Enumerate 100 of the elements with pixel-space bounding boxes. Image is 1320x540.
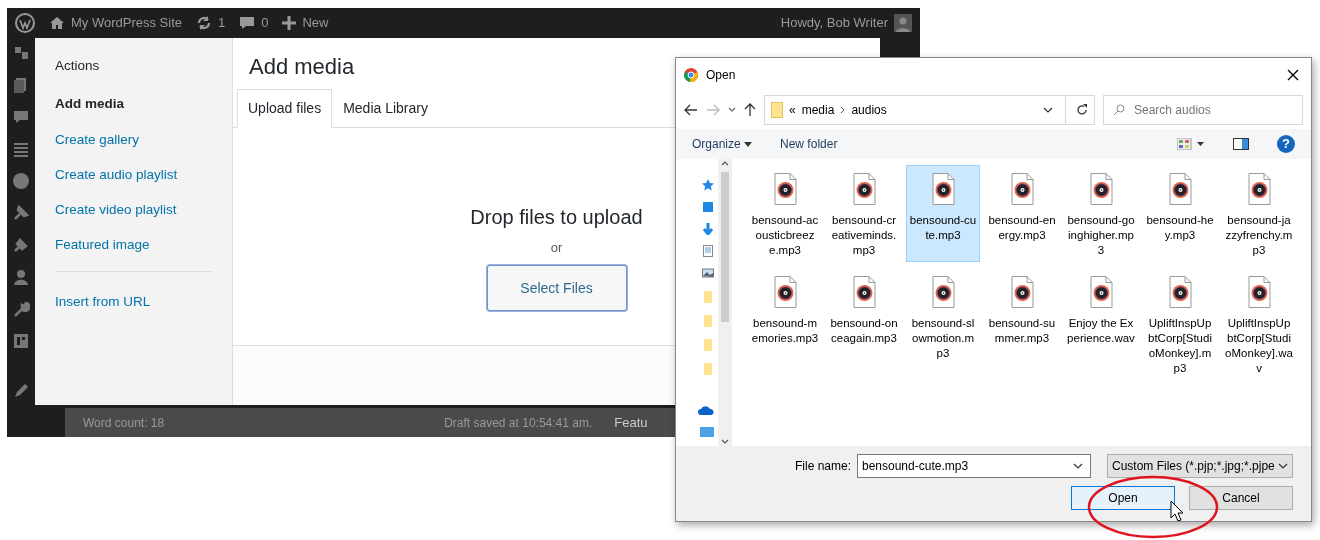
scroll-down-icon[interactable] — [721, 439, 729, 444]
file-item[interactable]: bensound-goinghigher.mp3 — [1064, 165, 1138, 262]
browser-logo-icon — [684, 67, 698, 82]
preview-pane-icon[interactable] — [1233, 138, 1249, 150]
pencil-icon[interactable] — [12, 382, 30, 400]
cancel-button[interactable]: Cancel — [1189, 486, 1293, 510]
modal-title: Add media — [249, 53, 355, 81]
view-options-icon[interactable] — [1177, 138, 1205, 150]
audio-file-icon — [1089, 276, 1113, 308]
address-bar[interactable]: « media audios — [764, 95, 1095, 125]
file-item[interactable]: UpliftInspUpbtCorp[StudioMonkey].wav — [1222, 268, 1296, 380]
file-name: bensound-onceagain.mp3 — [830, 316, 898, 346]
file-item[interactable]: UpliftInspUpbtCorp[StudioMonkey].mp3 — [1143, 268, 1217, 380]
file-type-dropdown[interactable]: Custom Files (*.pjp;*.jpg;*.pjpe — [1107, 454, 1293, 478]
menu-link[interactable]: Featured image — [55, 235, 212, 256]
comments-count: 0 — [261, 14, 269, 33]
menu-link[interactable]: Create video playlist — [55, 200, 212, 221]
file-item[interactable]: bensound-jazzyfrenchy.mp3 — [1222, 165, 1296, 262]
file-item[interactable]: bensound-onceagain.mp3 — [827, 268, 901, 380]
file-name: bensound-summer.mp3 — [988, 316, 1056, 346]
back-arrow-icon[interactable] — [684, 104, 698, 116]
file-item[interactable]: bensound-cute.mp3 — [906, 165, 980, 262]
file-name: bensound-creativeminds.mp3 — [830, 213, 898, 258]
cloud-icon[interactable] — [698, 405, 714, 415]
file-item[interactable]: bensound-creativeminds.mp3 — [827, 165, 901, 262]
tab[interactable]: Media Library — [332, 89, 439, 128]
file-name: bensound-hey.mp3 — [1146, 213, 1214, 243]
file-item[interactable]: bensound-memories.mp3 — [748, 268, 822, 380]
list-icon[interactable] — [12, 140, 30, 158]
file-name: bensound-slowmotion.mp3 — [910, 316, 976, 361]
new-folder-button[interactable]: New folder — [780, 135, 838, 153]
audio-file-icon — [773, 276, 797, 308]
menu-link[interactable]: Create gallery — [55, 129, 212, 150]
audio-file-icon — [1010, 173, 1034, 205]
file-item[interactable]: bensound-summer.mp3 — [985, 268, 1059, 380]
file-name: bensound-memories.mp3 — [751, 316, 819, 346]
site-name-link[interactable]: My WordPress Site — [71, 13, 182, 33]
folder-icon — [771, 102, 783, 118]
path-segment[interactable]: audios — [851, 101, 887, 119]
open-button[interactable]: Open — [1071, 486, 1175, 510]
file-item[interactable]: bensound-hey.mp3 — [1143, 165, 1217, 262]
audio-file-icon — [1247, 173, 1271, 205]
chevron-down-icon[interactable] — [728, 107, 736, 113]
file-name-label: File name: — [794, 458, 851, 475]
audio-file-icon — [1168, 173, 1192, 205]
document-icon[interactable] — [702, 245, 714, 257]
word-count: Word count: 18 — [83, 414, 165, 432]
path-overflow-mark[interactable]: « — [789, 101, 796, 119]
new-menu-label[interactable]: New — [302, 13, 329, 33]
menu-link[interactable]: Insert from URL — [55, 291, 212, 312]
scrollbar[interactable] — [718, 159, 732, 446]
select-files-button[interactable]: Select Files — [486, 265, 627, 312]
chevron-down-icon[interactable] — [1043, 107, 1053, 113]
star-icon[interactable] — [702, 179, 714, 191]
audio-file-icon — [931, 276, 955, 308]
menu-link[interactable]: Create audio playlist — [55, 164, 212, 185]
file-name: UpliftInspUpbtCorp[StudioMonkey].wav — [1225, 316, 1293, 376]
refresh-icon — [1076, 104, 1088, 116]
plus-icon[interactable] — [282, 16, 297, 30]
file-item[interactable]: bensound-acousticbreeze.mp3 — [748, 165, 822, 262]
search-field[interactable]: Search audios — [1103, 95, 1303, 125]
pictures-icon[interactable] — [702, 267, 714, 279]
scroll-up-icon[interactable] — [721, 161, 729, 166]
dialog-title: Open — [706, 66, 736, 84]
panel-tab[interactable]: Featu — [614, 412, 648, 433]
organize-menu-button[interactable]: Organize — [692, 135, 753, 153]
comment-icon[interactable] — [239, 16, 256, 30]
file-item[interactable]: bensound-slowmotion.mp3 — [906, 268, 980, 380]
home-icon[interactable] — [49, 16, 65, 30]
grid-icon[interactable] — [12, 332, 30, 350]
wrench-icon[interactable] — [12, 300, 30, 318]
chevron-down-icon — [1278, 463, 1288, 469]
audio-file-icon — [852, 276, 876, 308]
file-name: bensound-energy.mp3 — [988, 213, 1056, 243]
circle-icon[interactable] — [12, 172, 30, 190]
file-name-field[interactable]: bensound-cute.mp3 — [857, 454, 1091, 478]
or-text: or — [550, 238, 563, 257]
caret-icon — [744, 142, 753, 148]
avatar-icon[interactable] — [894, 14, 912, 32]
audio-file-icon — [931, 173, 955, 205]
scroll-thumb[interactable] — [721, 172, 729, 322]
close-icon[interactable] — [1287, 68, 1299, 81]
tab[interactable]: Upload files — [237, 89, 333, 128]
greeting-text[interactable]: Howdy, Bob Writer — [780, 13, 888, 33]
menu-link[interactable]: Add media — [55, 94, 212, 115]
download-arrow-icon[interactable] — [702, 223, 714, 235]
file-name: bensound-goinghigher.mp3 — [1067, 213, 1135, 258]
refresh-button[interactable] — [1065, 96, 1088, 124]
wordpress-logo-icon[interactable] — [15, 13, 35, 33]
file-item[interactable]: Enjoy the Experience.wav — [1064, 268, 1138, 380]
drop-instructions: Drop files to upload — [470, 204, 643, 230]
comment-icon[interactable] — [12, 108, 30, 126]
audio-file-icon — [773, 173, 797, 205]
refresh-icon[interactable] — [196, 15, 212, 31]
path-segment[interactable]: media — [801, 101, 835, 119]
up-arrow-icon[interactable] — [744, 103, 756, 117]
help-button[interactable]: ? — [1277, 135, 1295, 153]
user-icon[interactable] — [12, 268, 30, 286]
file-item[interactable]: bensound-energy.mp3 — [985, 165, 1059, 262]
audio-file-icon — [1010, 276, 1034, 308]
